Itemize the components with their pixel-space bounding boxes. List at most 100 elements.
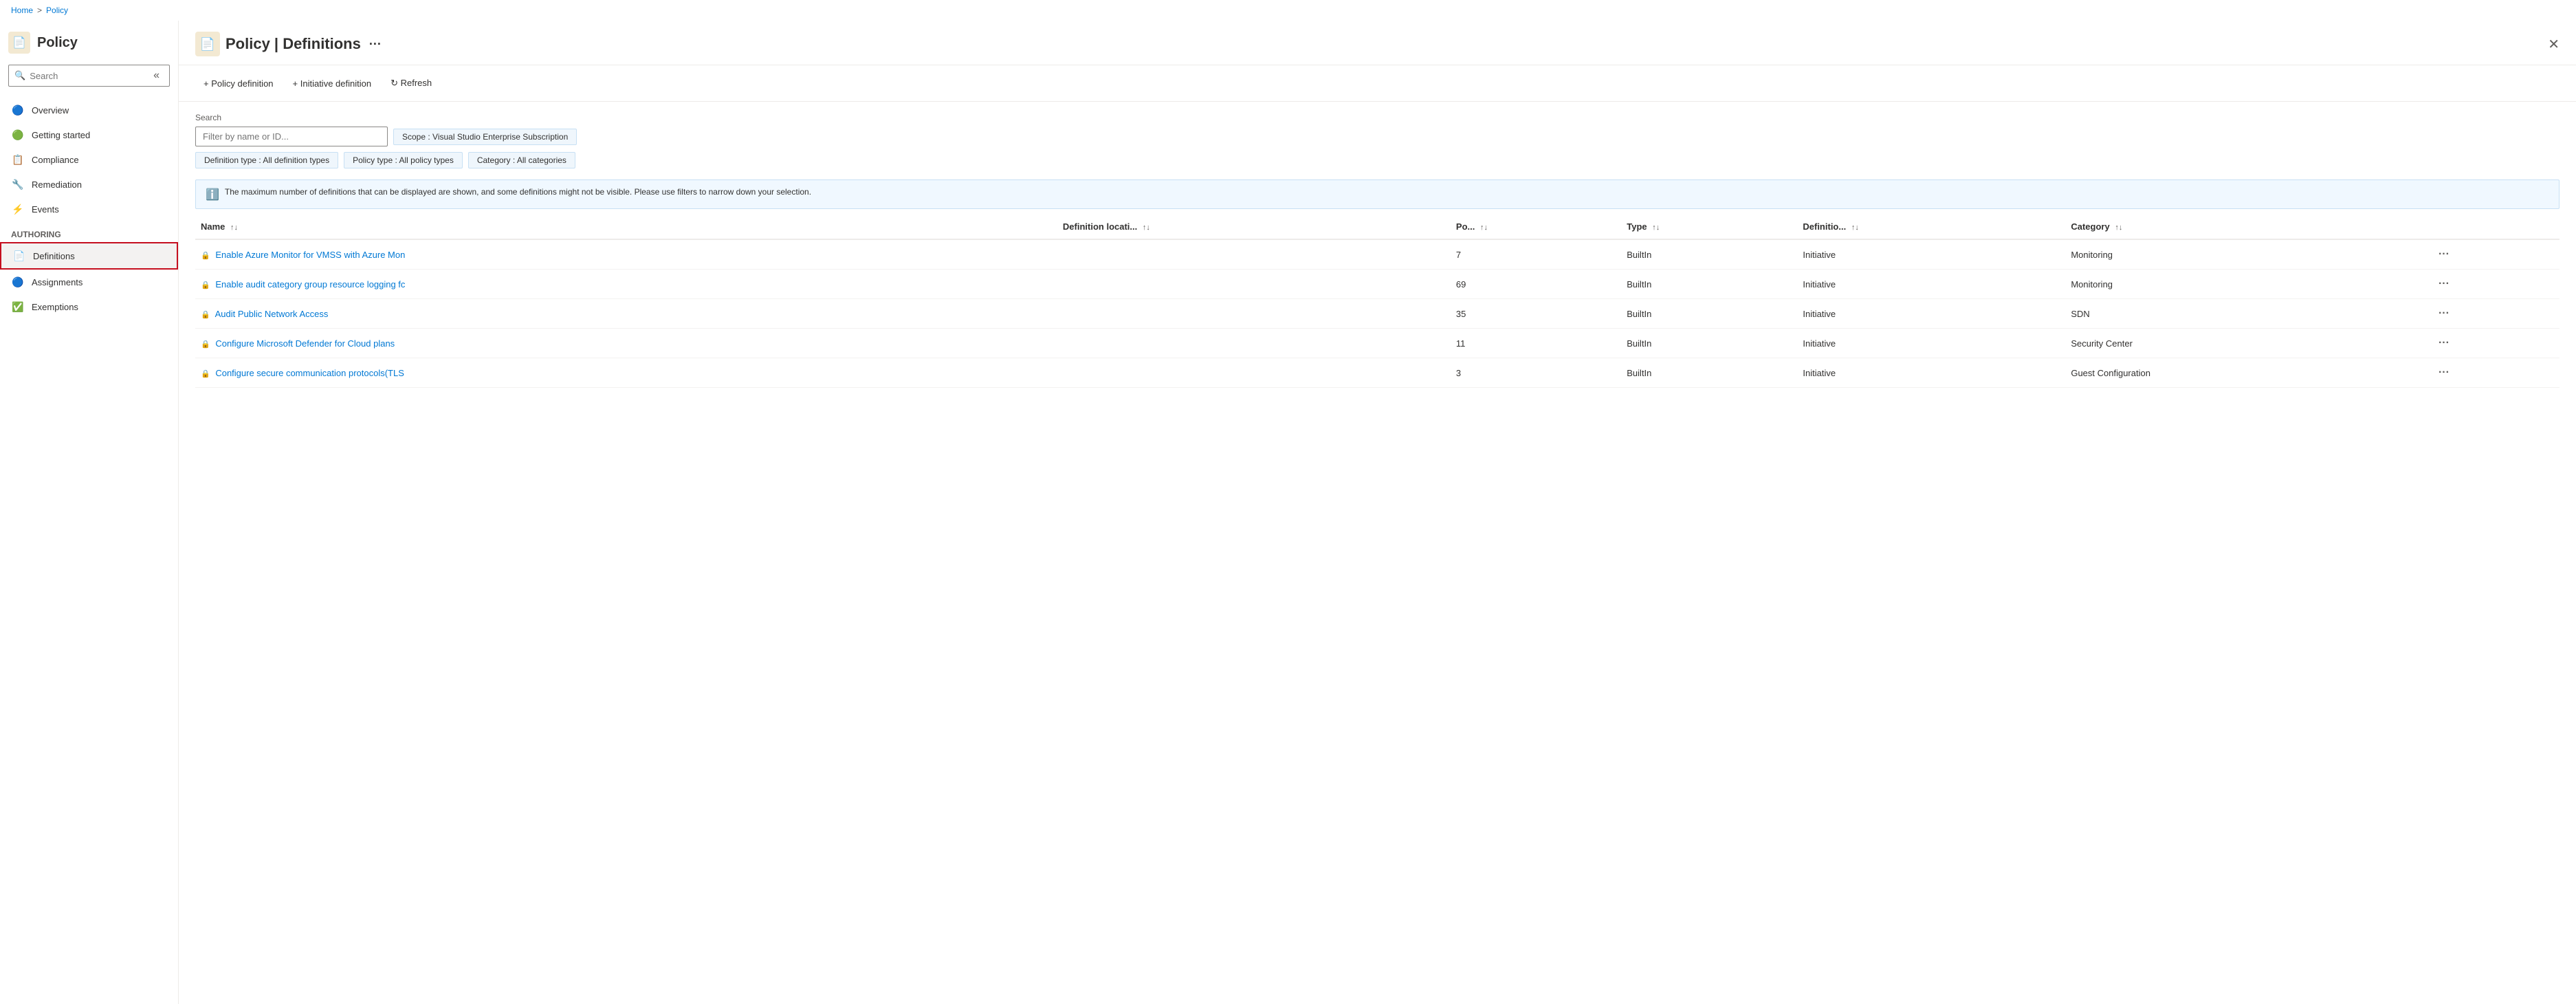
name-sort-icon[interactable]: ↑↓: [230, 223, 238, 232]
cell-def-location-0: [1057, 239, 1451, 270]
compliance-icon: 📋: [11, 153, 25, 166]
filters-area: Search Scope : Visual Studio Enterprise …: [179, 102, 2576, 174]
row-more-button-4[interactable]: ···: [2433, 365, 2455, 380]
row-name-link-0[interactable]: Enable Azure Monitor for VMSS with Azure…: [215, 250, 405, 260]
filter-input[interactable]: [195, 127, 388, 146]
cell-definition-type-3: Initiative: [1797, 329, 2065, 358]
sidebar-item-definitions[interactable]: 📄 Definitions: [0, 242, 178, 270]
cell-type-1: BuiltIn: [1621, 270, 1797, 299]
policy-type-filter-tag[interactable]: Policy type : All policy types: [344, 152, 463, 168]
info-icon: ℹ️: [206, 188, 219, 201]
initiative-definition-button[interactable]: + Initiative definition: [285, 74, 380, 93]
col-actions: [2428, 215, 2560, 239]
row-name-link-2[interactable]: Audit Public Network Access: [215, 309, 329, 319]
cell-def-location-2: [1057, 299, 1451, 329]
sidebar-item-exemptions[interactable]: ✅ Exemptions: [0, 294, 178, 319]
row-name-link-4[interactable]: Configure secure communication protocols…: [215, 368, 404, 378]
policy-definition-button[interactable]: + Policy definition: [195, 74, 282, 93]
table-row: 🔒 Configure secure communication protoco…: [195, 358, 2560, 388]
table-header-row: Name ↑↓ Definition locati... ↑↓ Po... ↑↓: [195, 215, 2560, 239]
row-more-button-2[interactable]: ···: [2433, 306, 2455, 321]
sidebar-item-getting-started[interactable]: 🟢 Getting started: [0, 122, 178, 147]
cell-name-1: 🔒 Enable audit category group resource l…: [195, 270, 1057, 299]
policy-count-sort-icon[interactable]: ↑↓: [1480, 223, 1488, 232]
refresh-button[interactable]: ↻ Refresh: [382, 74, 440, 93]
sidebar-title: Policy: [37, 35, 78, 51]
breadcrumb-current[interactable]: Policy: [46, 6, 68, 15]
table-row: 🔒 Enable audit category group resource l…: [195, 270, 2560, 299]
definitions-icon: 📄: [12, 249, 26, 263]
category-sort-icon[interactable]: ↑↓: [2115, 223, 2122, 232]
sidebar-item-overview[interactable]: 🔵 Overview: [0, 98, 178, 122]
table-body: 🔒 Enable Azure Monitor for VMSS with Azu…: [195, 239, 2560, 388]
scope-filter-tag[interactable]: Scope : Visual Studio Enterprise Subscri…: [393, 129, 577, 145]
sidebar-header: 📄 Policy: [0, 26, 178, 59]
cell-category-2: SDN: [2065, 299, 2428, 329]
sidebar-item-compliance[interactable]: 📋 Compliance: [0, 147, 178, 172]
lock-icon-3: 🔒: [201, 340, 210, 349]
cell-type-4: BuiltIn: [1621, 358, 1797, 388]
sidebar-search-input[interactable]: [30, 71, 145, 81]
cell-more-2: ···: [2428, 299, 2560, 329]
row-more-button-3[interactable]: ···: [2433, 336, 2455, 351]
cell-name-2: 🔒 Audit Public Network Access: [195, 299, 1057, 329]
type-sort-icon[interactable]: ↑↓: [1652, 223, 1660, 232]
sidebar-item-label-exemptions: Exemptions: [32, 302, 78, 312]
row-name-link-3[interactable]: Configure Microsoft Defender for Cloud p…: [215, 338, 395, 349]
cell-more-0: ···: [2428, 239, 2560, 270]
definition-location-sort-icon[interactable]: ↑↓: [1143, 223, 1150, 232]
sidebar-item-remediation[interactable]: 🔧 Remediation: [0, 172, 178, 197]
sidebar-nav: 🔵 Overview 🟢 Getting started 📋 Complianc…: [0, 98, 178, 319]
close-button[interactable]: ✕: [2548, 36, 2560, 53]
cell-type-0: BuiltIn: [1621, 239, 1797, 270]
breadcrumb-home[interactable]: Home: [11, 6, 33, 15]
cell-category-3: Security Center: [2065, 329, 2428, 358]
info-bar: ℹ️ The maximum number of definitions tha…: [195, 179, 2560, 209]
page-header: 📄 Policy | Definitions ··· ✕: [179, 21, 2576, 65]
cell-more-4: ···: [2428, 358, 2560, 388]
category-filter-tag[interactable]: Category : All categories: [468, 152, 575, 168]
sidebar-item-assignments[interactable]: 🔵 Assignments: [0, 270, 178, 294]
breadcrumb: Home > Policy: [0, 0, 2576, 21]
sidebar-item-label-assignments: Assignments: [32, 277, 82, 287]
collapse-button[interactable]: «: [149, 68, 164, 83]
col-name[interactable]: Name ↑↓: [195, 215, 1057, 239]
exemptions-icon: ✅: [11, 300, 25, 314]
overview-icon: 🔵: [11, 103, 25, 117]
cell-name-3: 🔒 Configure Microsoft Defender for Cloud…: [195, 329, 1057, 358]
info-message: The maximum number of definitions that c…: [225, 187, 811, 197]
definition-type-sort-icon[interactable]: ↑↓: [1851, 223, 1859, 232]
sidebar-item-label-remediation: Remediation: [32, 179, 82, 190]
more-options-button[interactable]: ···: [369, 37, 382, 52]
main-layout: 📄 Policy 🔍 « 🔵 Overview 🟢 Getting starte…: [0, 21, 2576, 1004]
cell-more-3: ···: [2428, 329, 2560, 358]
remediation-icon: 🔧: [11, 177, 25, 191]
cell-type-2: BuiltIn: [1621, 299, 1797, 329]
row-more-button-0[interactable]: ···: [2433, 247, 2455, 262]
cell-definition-type-2: Initiative: [1797, 299, 2065, 329]
cell-def-location-1: [1057, 270, 1451, 299]
search-label: Search: [195, 113, 2560, 122]
toolbar: + Policy definition + Initiative definit…: [179, 65, 2576, 102]
lock-icon-0: 🔒: [201, 252, 210, 260]
table-container: Name ↑↓ Definition locati... ↑↓ Po... ↑↓: [179, 215, 2576, 388]
sidebar-item-events[interactable]: ⚡ Events: [0, 197, 178, 221]
row-more-button-1[interactable]: ···: [2433, 276, 2455, 292]
col-policy-count[interactable]: Po... ↑↓: [1451, 215, 1621, 239]
col-definition-type[interactable]: Definitio... ↑↓: [1797, 215, 2065, 239]
cell-type-3: BuiltIn: [1621, 329, 1797, 358]
filter-row-2: Definition type : All definition types P…: [195, 152, 2560, 168]
page-header-icon: 📄: [195, 32, 220, 56]
row-name-link-1[interactable]: Enable audit category group resource log…: [215, 279, 405, 290]
policy-icon: 📄: [12, 36, 26, 50]
authoring-section-label: Authoring: [0, 221, 178, 242]
col-category[interactable]: Category ↑↓: [2065, 215, 2428, 239]
col-definition-location[interactable]: Definition locati... ↑↓: [1057, 215, 1451, 239]
table-row: 🔒 Enable Azure Monitor for VMSS with Azu…: [195, 239, 2560, 270]
col-type[interactable]: Type ↑↓: [1621, 215, 1797, 239]
sidebar-item-label-compliance: Compliance: [32, 155, 79, 165]
definition-type-filter-tag[interactable]: Definition type : All definition types: [195, 152, 338, 168]
table-row: 🔒 Configure Microsoft Defender for Cloud…: [195, 329, 2560, 358]
search-icon: 🔍: [14, 70, 25, 81]
sidebar-item-label-definitions: Definitions: [33, 251, 75, 261]
